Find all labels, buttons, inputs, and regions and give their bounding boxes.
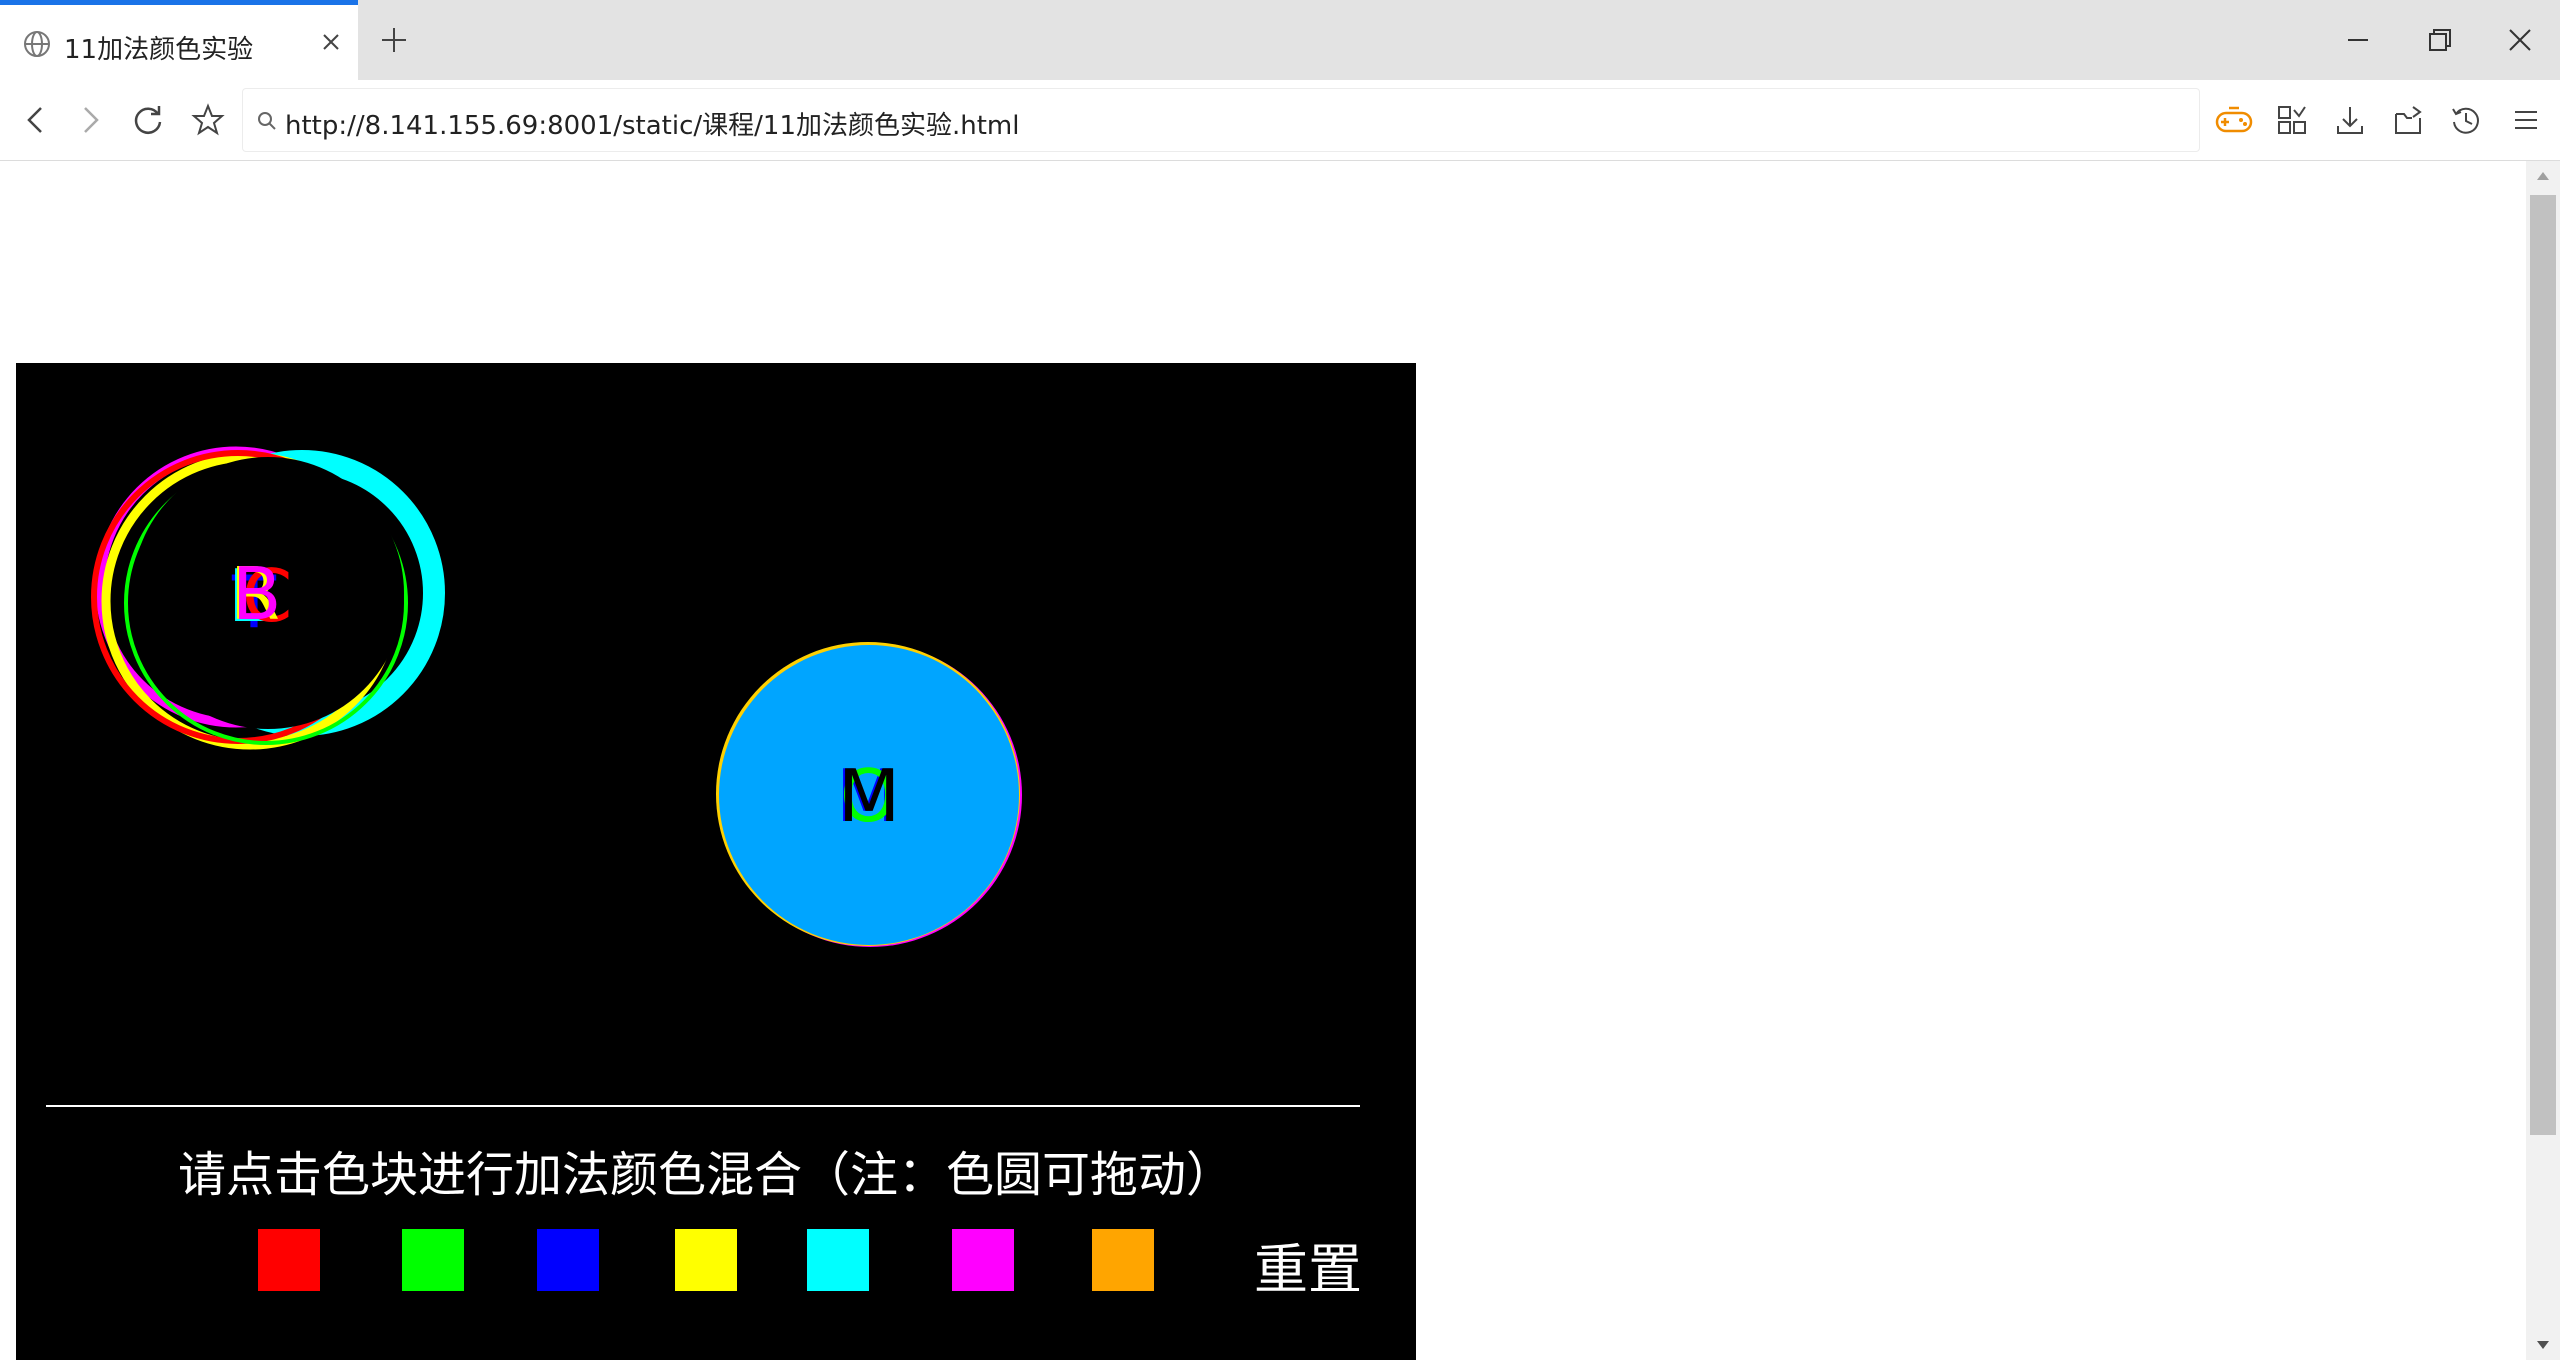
color-mixing-canvas[interactable]: T L C R B M O M 请点击色块进行加法颜色混合（注：色圆可拖动） 重…	[16, 363, 1416, 1360]
active-tab[interactable]: 11加法颜色实验	[0, 0, 358, 80]
circle-layer: T L C R B M O M	[91, 446, 1022, 947]
scrollbar-thumb[interactable]	[2530, 195, 2556, 1135]
back-icon[interactable]	[14, 98, 58, 142]
swatch-green[interactable]	[402, 1229, 464, 1291]
tab-title: 11加法颜色实验	[64, 35, 254, 65]
menu-icon[interactable]	[2504, 98, 2548, 142]
divider-line	[46, 1105, 1360, 1107]
instruction-text: 请点击色块进行加法颜色混合（注：色圆可拖动）	[177, 1147, 1234, 1203]
search-icon	[255, 109, 279, 133]
globe-icon	[22, 29, 52, 59]
close-icon[interactable]	[314, 25, 348, 59]
scroll-down-arrow-icon[interactable]	[2526, 1330, 2560, 1360]
star-icon[interactable]	[186, 98, 230, 142]
forward-icon[interactable]	[68, 98, 112, 142]
tab-bar: 11加法颜色实验	[0, 0, 2560, 80]
address-bar[interactable]: http://8.141.155.69:8001/static/课程/11加法颜…	[242, 88, 2200, 152]
scroll-up-arrow-icon[interactable]	[2526, 161, 2560, 191]
filled-circle-group[interactable]: M O M	[716, 642, 1022, 947]
restore-icon[interactable]	[2418, 18, 2462, 62]
history-icon[interactable]	[2444, 98, 2488, 142]
reload-icon[interactable]	[126, 98, 170, 142]
navigation-toolbar: http://8.141.155.69:8001/static/课程/11加法颜…	[0, 80, 2560, 161]
circle-label-m: M	[838, 754, 900, 838]
swatch-yellow[interactable]	[675, 1229, 737, 1291]
swatch-red[interactable]	[258, 1229, 320, 1291]
download-icon[interactable]	[2328, 98, 2372, 142]
ring-group[interactable]: T L C R B	[91, 446, 445, 750]
share-icon[interactable]	[2386, 98, 2430, 142]
swatch-orange[interactable]	[1092, 1229, 1154, 1291]
reset-button[interactable]: 重置	[1254, 1225, 1362, 1304]
page-viewport: T L C R B M O M 请点击色块进行加法颜色混合（注：色圆可拖动） 重…	[0, 161, 2526, 1360]
grid-icon[interactable]	[2270, 98, 2314, 142]
url-text[interactable]: http://8.141.155.69:8001/static/课程/11加法颜…	[285, 105, 1020, 142]
vertical-scrollbar[interactable]	[2526, 161, 2560, 1360]
swatch-blue[interactable]	[537, 1229, 599, 1291]
gamepad-icon[interactable]	[2212, 98, 2256, 142]
swatch-cyan[interactable]	[807, 1229, 869, 1291]
ring-label-b: B	[232, 552, 281, 636]
swatch-magenta[interactable]	[952, 1229, 1014, 1291]
window-close-icon[interactable]	[2498, 18, 2542, 62]
minimize-icon[interactable]	[2336, 18, 2380, 62]
plus-icon[interactable]	[374, 20, 414, 60]
